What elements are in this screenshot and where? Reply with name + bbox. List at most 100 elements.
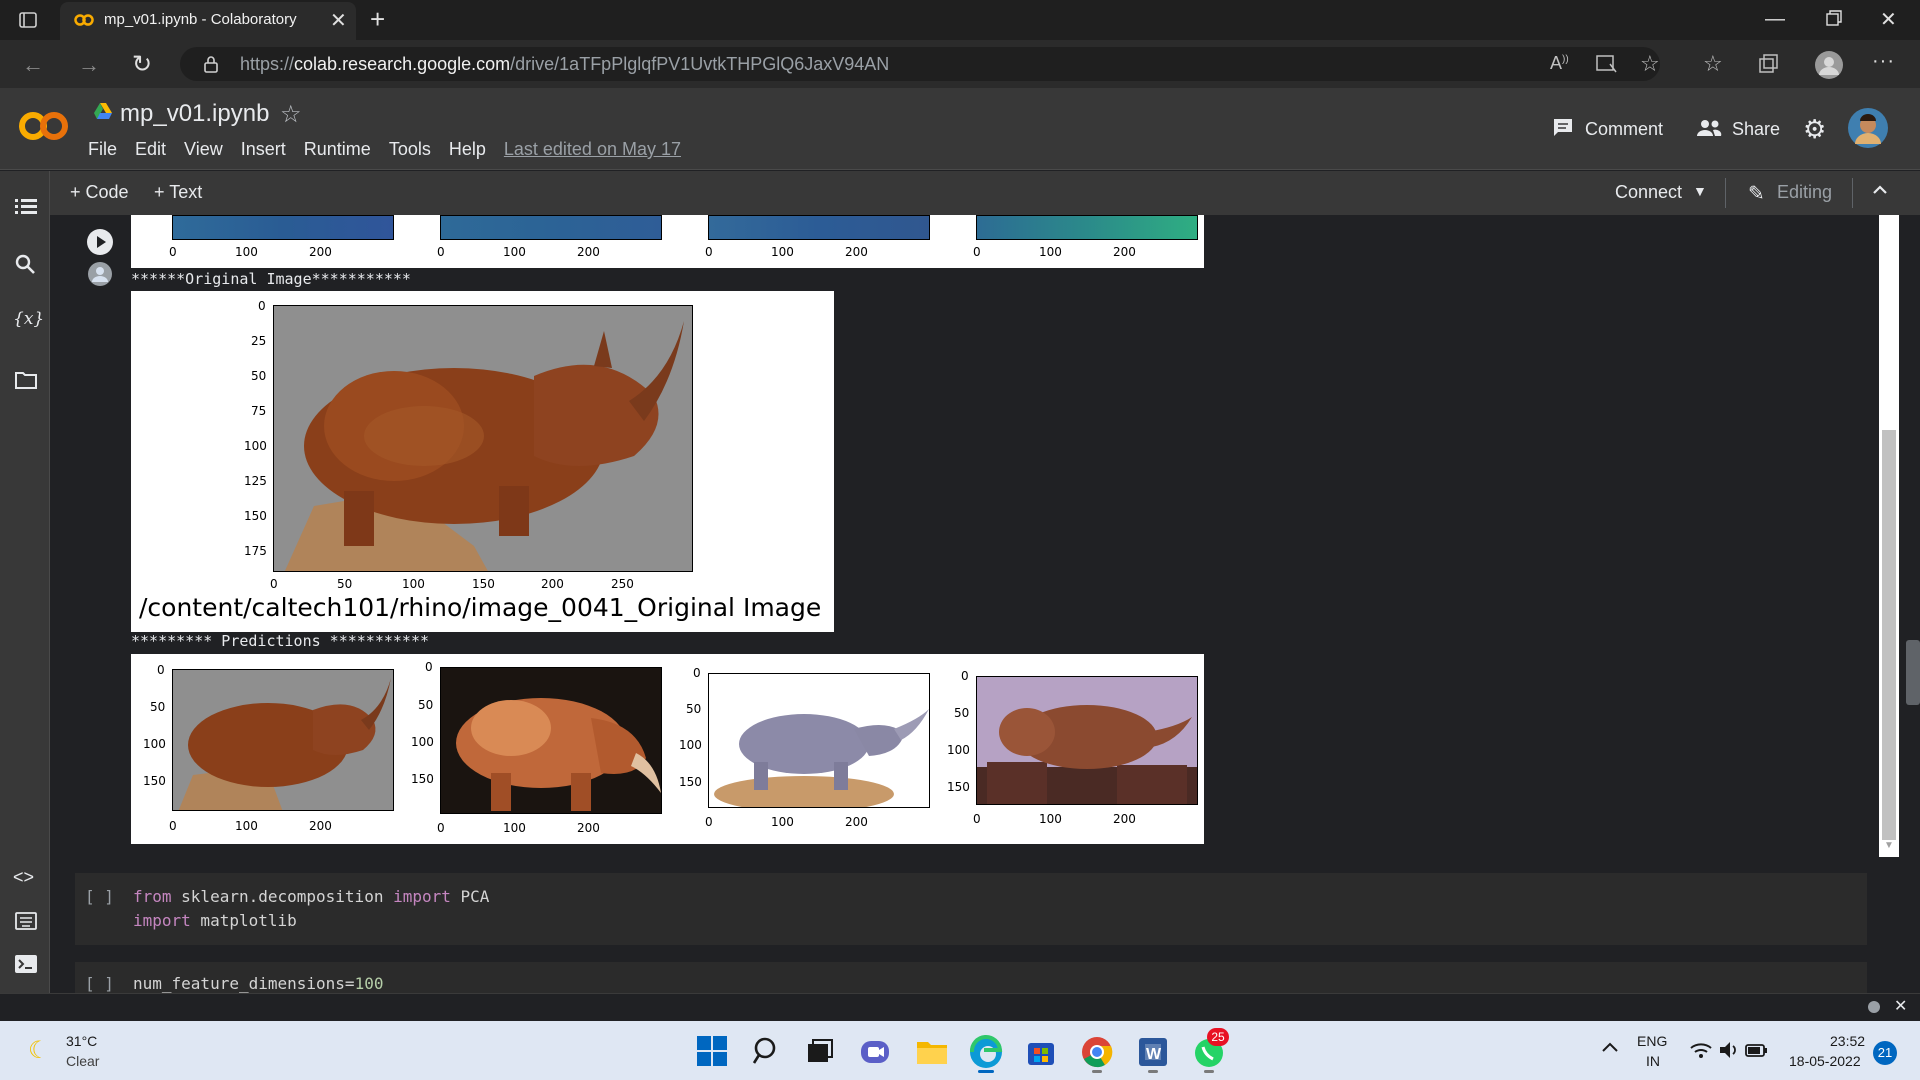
colab-logo-icon[interactable] (18, 108, 70, 144)
last-edited-link[interactable]: Last edited on May 17 (504, 139, 681, 160)
code-cell-3[interactable]: [ ] num_feature_dimensions=100 (75, 962, 1867, 993)
chrome-icon[interactable] (1081, 1036, 1113, 1068)
close-window-icon[interactable]: ✕ (1880, 7, 1897, 32)
tick: 200 (845, 815, 868, 829)
cell-run-bracket[interactable]: [ ] (85, 887, 114, 906)
tick: 0 (258, 299, 266, 313)
immersive-reader-icon[interactable] (1596, 54, 1618, 74)
task-view-icon[interactable] (806, 1038, 834, 1064)
notebook-name[interactable]: mp_v01.ipynb (120, 100, 269, 128)
tab-actions-icon[interactable] (18, 10, 38, 30)
read-aloud-icon[interactable]: A)) (1550, 53, 1569, 74)
page-scrollbar-thumb[interactable] (1906, 640, 1920, 705)
edge-browser-icon[interactable] (968, 1034, 1004, 1070)
windows-start-icon[interactable] (697, 1036, 727, 1066)
connect-dropdown-icon[interactable]: ▼ (1693, 183, 1707, 199)
table-of-contents-icon[interactable] (15, 198, 37, 216)
variables-icon[interactable]: {x} (13, 309, 44, 329)
tick: 100 (402, 577, 425, 591)
taskbar-search-icon[interactable] (752, 1036, 782, 1066)
profile-icon[interactable] (1814, 50, 1844, 80)
language-region[interactable]: IN (1646, 1053, 1660, 1069)
code-line-1[interactable]: num_feature_dimensions=100 (133, 974, 383, 993)
browser-menu-icon[interactable]: ··· (1872, 50, 1895, 73)
files-folder-icon[interactable] (15, 371, 37, 389)
terminal-icon[interactable] (15, 955, 37, 973)
code-line-1[interactable]: from sklearn.decomposition import PCA (133, 887, 489, 906)
forward-icon[interactable]: → (78, 52, 100, 78)
back-icon[interactable]: ← (22, 52, 44, 78)
toolbar-divider-2 (1852, 178, 1853, 208)
code-line-2[interactable]: import matplotlib (133, 911, 297, 930)
drive-icon (94, 103, 112, 119)
restore-icon[interactable] (1825, 9, 1843, 27)
show-hidden-icons-icon[interactable] (1601, 1040, 1619, 1054)
minimize-icon[interactable]: — (1765, 8, 1785, 31)
top-plot-2 (440, 215, 662, 240)
volume-icon[interactable] (1718, 1040, 1740, 1060)
code-cell-2[interactable]: [ ] from sklearn.decomposition import PC… (75, 873, 1867, 945)
collections-icon[interactable] (1758, 54, 1780, 74)
rhino-original-image (273, 305, 693, 572)
comment-icon[interactable] (1552, 117, 1574, 139)
settings-gear-icon[interactable]: ⚙ (1803, 114, 1826, 145)
search-icon[interactable] (15, 254, 37, 276)
new-tab-icon[interactable]: + (370, 4, 385, 35)
tick: 50 (337, 577, 353, 591)
word-icon[interactable]: W (1137, 1036, 1169, 1068)
clock-time[interactable]: 23:52 (1830, 1033, 1865, 1049)
url-text[interactable]: https://colab.research.google.com/drive/… (240, 54, 889, 75)
weather-condition[interactable]: Clear (66, 1053, 99, 1069)
tick: 100 (1039, 245, 1062, 259)
menu-tools[interactable]: Tools (389, 139, 431, 160)
editing-status[interactable]: Editing (1777, 182, 1832, 203)
menu-insert[interactable]: Insert (241, 139, 286, 160)
running-app-indicator (1092, 1070, 1102, 1073)
file-explorer-icon[interactable] (916, 1038, 948, 1066)
output-scrollbar-track[interactable]: ▼ (1879, 215, 1899, 857)
teams-chat-icon[interactable] (860, 1038, 890, 1066)
microsoft-store-icon[interactable] (1026, 1037, 1056, 1067)
menu-runtime[interactable]: Runtime (304, 139, 371, 160)
share-people-icon[interactable] (1696, 118, 1722, 138)
notification-count-badge[interactable]: 21 (1873, 1041, 1897, 1065)
whatsapp-badge: 25 (1207, 1028, 1229, 1046)
keyword: import (393, 887, 451, 906)
star-notebook-icon[interactable]: ☆ (280, 100, 302, 129)
lock-icon[interactable] (202, 54, 220, 74)
tick: 0 (705, 815, 713, 829)
run-cell-icon[interactable] (86, 228, 114, 256)
menu-file[interactable]: File (88, 139, 117, 160)
comment-button[interactable]: Comment (1585, 119, 1663, 140)
add-code-button[interactable]: + Code (70, 182, 129, 203)
weather-temp[interactable]: 31°C (66, 1033, 97, 1049)
refresh-icon[interactable]: ↻ (132, 50, 152, 79)
wifi-icon[interactable] (1690, 1041, 1712, 1059)
collapse-header-icon[interactable] (1870, 180, 1890, 200)
moon-weather-icon[interactable]: ☾ (28, 1036, 50, 1065)
module: matplotlib (190, 911, 297, 930)
command-palette-icon[interactable] (15, 912, 37, 930)
user-avatar[interactable] (1848, 108, 1888, 148)
tick: 100 (771, 245, 794, 259)
cell-run-bracket[interactable]: [ ] (85, 974, 114, 993)
favorites-icon[interactable]: ☆ (1703, 51, 1723, 77)
add-text-button[interactable]: + Text (154, 182, 202, 203)
favorite-star-icon[interactable]: ☆ (1640, 51, 1660, 77)
menu-view[interactable]: View (184, 139, 223, 160)
menu-edit[interactable]: Edit (135, 139, 166, 160)
tick: 100 (503, 821, 526, 835)
top-plot-1 (172, 215, 394, 240)
top-plot-4 (976, 215, 1198, 240)
language-code[interactable]: ENG (1637, 1033, 1667, 1049)
tab-close-icon[interactable]: ✕ (330, 8, 347, 33)
connect-button[interactable]: Connect (1615, 182, 1682, 203)
menu-help[interactable]: Help (449, 139, 486, 160)
battery-icon[interactable] (1745, 1041, 1769, 1059)
scroll-down-icon[interactable]: ▼ (1884, 840, 1894, 851)
code-snippets-icon[interactable]: <> (13, 867, 34, 888)
output-scrollbar-thumb[interactable] (1882, 430, 1896, 840)
close-status-icon[interactable]: ✕ (1894, 996, 1907, 1016)
clock-date[interactable]: 18-05-2022 (1789, 1053, 1861, 1069)
share-button[interactable]: Share (1732, 119, 1780, 140)
